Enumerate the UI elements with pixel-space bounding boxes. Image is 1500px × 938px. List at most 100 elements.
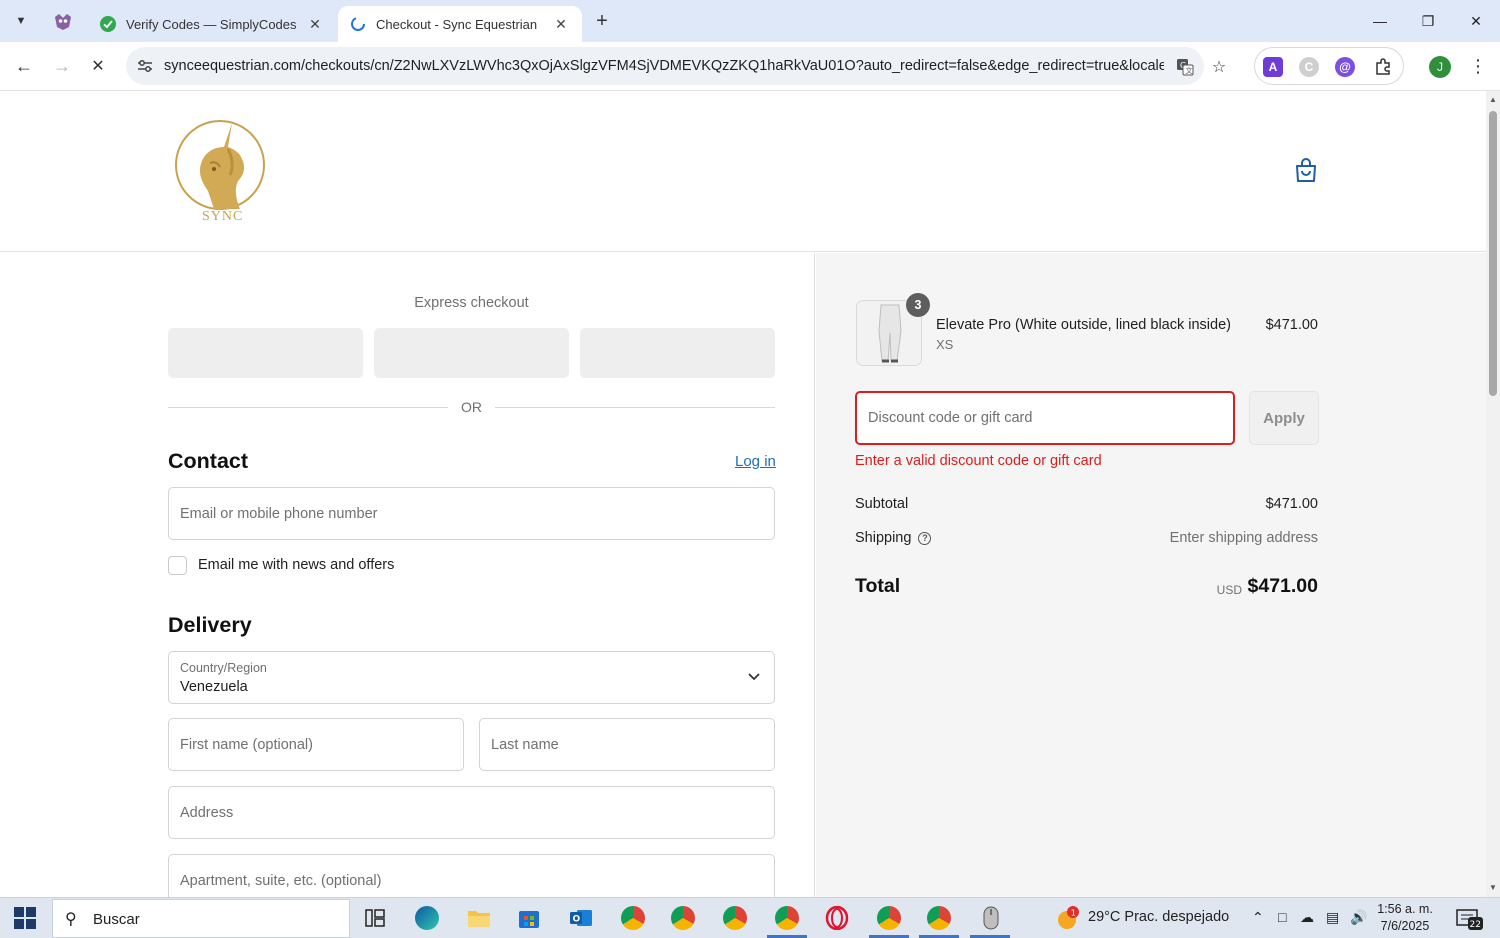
network-icon[interactable]: ▤: [1326, 909, 1339, 926]
chrome-profile-2-icon[interactable]: [668, 903, 698, 933]
extension-a-icon[interactable]: A: [1263, 57, 1283, 77]
notifications-icon[interactable]: 22: [1456, 907, 1484, 931]
checkout-page: SYNC Express checkout OR Contact Log in …: [0, 91, 1486, 897]
site-info-icon[interactable]: [136, 57, 154, 75]
browser-tab-bar: ▼ Verify Codes — SimplyCodes ✕ Checkout …: [0, 0, 1500, 42]
taskbar-clock[interactable]: 1:56 a. m. 7/6/2025: [1370, 901, 1440, 935]
chrome-profile-4-icon[interactable]: [772, 903, 802, 933]
total-label: Total: [855, 575, 901, 597]
discount-error-message: Enter a valid discount code or gift card: [855, 453, 1102, 469]
translate-icon[interactable]: G文: [1174, 56, 1196, 78]
page-scrollbar[interactable]: ▲ ▼: [1486, 91, 1500, 897]
minimize-button[interactable]: —: [1356, 0, 1404, 42]
file-explorer-icon[interactable]: [464, 903, 494, 933]
stop-loading-icon[interactable]: ✕: [84, 52, 112, 80]
outlook-icon[interactable]: O: [566, 903, 596, 933]
email-placeholder: Email or mobile phone number: [180, 506, 378, 522]
address-bar[interactable]: synceequestrian.com/checkouts/cn/Z2NwLXV…: [126, 47, 1226, 85]
contact-heading: Contact: [168, 449, 249, 473]
task-view-icon[interactable]: [360, 903, 390, 933]
country-select[interactable]: Country/Region Venezuela: [168, 651, 775, 704]
extensions-puzzle-icon[interactable]: [1373, 57, 1393, 77]
discount-code-input[interactable]: Discount code or gift card: [855, 391, 1235, 445]
first-name-placeholder: First name (optional): [180, 737, 313, 753]
edge-browser-icon[interactable]: [412, 903, 442, 933]
email-field[interactable]: Email or mobile phone number: [168, 487, 775, 540]
subtotal-value: $471.00: [1265, 496, 1318, 512]
volume-icon[interactable]: 🔊: [1350, 909, 1367, 926]
logo-text: SYNC: [202, 209, 244, 224]
forward-arrow-icon[interactable]: →: [48, 52, 76, 80]
tray-device-icon[interactable]: □: [1278, 909, 1286, 925]
chevron-down-icon: [748, 670, 760, 684]
tray-chevron-up-icon[interactable]: ⌃: [1252, 909, 1264, 926]
back-arrow-icon[interactable]: ←: [10, 52, 38, 80]
shopping-bag-icon[interactable]: [1294, 157, 1318, 183]
total-value: $471.00: [1247, 575, 1319, 597]
login-link[interactable]: Log in: [735, 453, 776, 470]
browser-toolbar: ← → ✕ synceequestrian.com/checkouts/cn/Z…: [0, 42, 1500, 91]
scrollbar-thumb[interactable]: [1489, 111, 1497, 396]
pinned-tab[interactable]: [48, 8, 78, 36]
close-tab-icon[interactable]: ✕: [306, 16, 324, 33]
divider-line: [495, 407, 775, 408]
express-pay-button-2[interactable]: [374, 328, 569, 378]
onedrive-icon[interactable]: ☁: [1300, 909, 1314, 926]
weather-widget[interactable]: 1: [1054, 906, 1082, 932]
restore-button[interactable]: ❐: [1404, 0, 1452, 42]
tab-search-chevron-icon[interactable]: ▼: [8, 8, 34, 34]
opera-icon[interactable]: [822, 903, 852, 933]
shipping-value: Enter shipping address: [1169, 530, 1318, 546]
weather-sun-icon: 1: [1058, 906, 1079, 929]
bookmark-star-icon[interactable]: ☆: [1208, 56, 1230, 78]
extension-c-icon[interactable]: C: [1299, 57, 1319, 77]
chrome-profile-6-icon[interactable]: [924, 903, 954, 933]
express-pay-button-1[interactable]: [168, 328, 363, 378]
apartment-placeholder: Apartment, suite, etc. (optional): [180, 873, 382, 889]
apartment-field[interactable]: Apartment, suite, etc. (optional): [168, 854, 775, 897]
browser-menu-icon[interactable]: ⋮: [1468, 54, 1488, 78]
subtotal-label: Subtotal: [855, 496, 909, 512]
order-summary-column: 3 Elevate Pro (White outside, lined blac…: [816, 253, 1486, 897]
express-pay-button-3[interactable]: [580, 328, 775, 378]
product-name: Elevate Pro (White outside, lined black …: [936, 317, 1231, 333]
delivery-heading: Delivery: [168, 613, 252, 637]
scroll-up-arrow-icon[interactable]: ▲: [1489, 95, 1497, 104]
windows-start-icon[interactable]: [14, 907, 36, 929]
chrome-profile-1-icon[interactable]: [618, 903, 648, 933]
tab-title: Checkout - Sync Equestrian: [376, 16, 538, 32]
address-field[interactable]: Address: [168, 786, 775, 839]
tab-title: Verify Codes — SimplyCodes: [126, 16, 297, 32]
discount-placeholder: Discount code or gift card: [868, 410, 1033, 426]
notification-count: 22: [1470, 920, 1481, 930]
new-tab-button[interactable]: +: [590, 8, 614, 34]
country-value: Venezuela: [180, 679, 248, 695]
tab-checkout[interactable]: Checkout - Sync Equestrian ✕: [338, 6, 582, 42]
search-icon: ⚲: [65, 911, 77, 928]
weather-badge: 1: [1071, 909, 1076, 918]
last-name-placeholder: Last name: [491, 737, 559, 753]
or-divider: OR: [168, 398, 775, 418]
quantity-badge: 3: [906, 293, 930, 317]
taskbar-search-box[interactable]: ⚲ Buscar: [52, 899, 350, 938]
microsoft-store-icon[interactable]: [514, 903, 544, 933]
taskbar-search-text: Buscar: [93, 911, 140, 928]
last-name-field[interactable]: Last name: [479, 718, 775, 771]
tab-verify-codes[interactable]: Verify Codes — SimplyCodes ✕: [88, 6, 336, 42]
shipping-label: Shipping: [855, 530, 912, 546]
mouse-app-icon[interactable]: [976, 903, 1006, 933]
help-question-icon[interactable]: ?: [918, 531, 932, 545]
chrome-profile-5-icon[interactable]: [874, 903, 904, 933]
close-tab-icon[interactable]: ✕: [552, 16, 570, 33]
pinned-tab-favicon-icon: [55, 14, 71, 30]
chrome-profile-3-icon[interactable]: [720, 903, 750, 933]
express-checkout-title: Express checkout: [414, 295, 529, 311]
extension-swirl-icon[interactable]: @: [1335, 57, 1355, 77]
apply-discount-button[interactable]: Apply: [1249, 391, 1319, 445]
newsletter-checkbox[interactable]: [168, 556, 187, 575]
scroll-down-arrow-icon[interactable]: ▼: [1489, 883, 1497, 892]
first-name-field[interactable]: First name (optional): [168, 718, 464, 771]
profile-avatar[interactable]: J: [1429, 56, 1451, 78]
close-window-button[interactable]: ✕: [1452, 0, 1500, 42]
checkout-form-column: Express checkout OR Contact Log in Email…: [0, 253, 815, 897]
